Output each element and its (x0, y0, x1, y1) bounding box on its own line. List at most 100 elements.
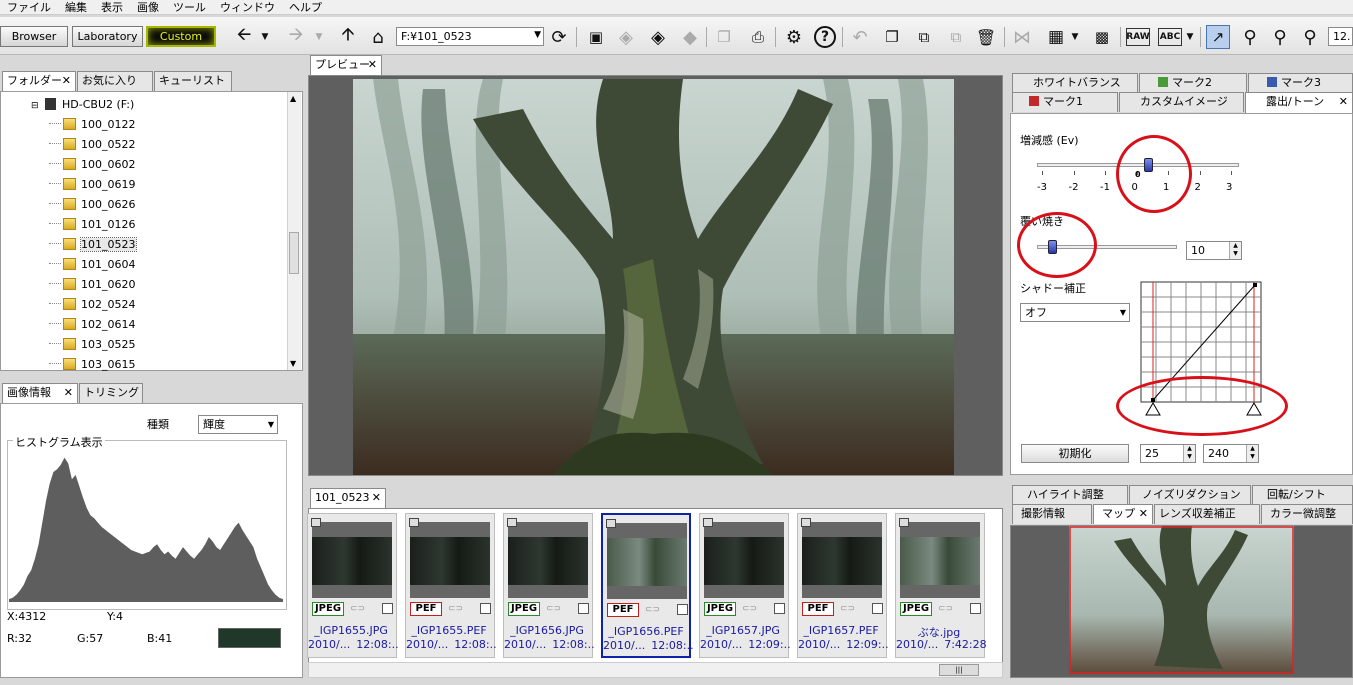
preview-window-icon[interactable]: ▣ (584, 25, 608, 49)
tab-map[interactable]: マップ ✕ (1093, 504, 1153, 524)
thumbnail-image[interactable] (900, 522, 980, 598)
preview-area[interactable] (308, 75, 1003, 476)
folder-item[interactable]: 100_0602 (49, 155, 136, 175)
navigator-thumbnail[interactable] (1069, 526, 1294, 674)
close-icon[interactable]: ✕ (372, 489, 381, 507)
curve-low-spinbox[interactable]: 25 ▲ ▼ (1140, 444, 1196, 463)
print-icon[interactable]: ⎙ (746, 25, 770, 49)
select-checkbox[interactable] (578, 603, 589, 614)
folder-scrollbar[interactable]: ▲ ▼ (287, 92, 301, 370)
path-combobox[interactable]: F:¥101_0523 ▼ (396, 27, 544, 46)
menu-item-4[interactable]: ツール (166, 1, 213, 14)
spin-arrows-icon[interactable]: ▲ ▼ (1183, 445, 1195, 462)
preview-photo[interactable] (353, 79, 954, 475)
protect-icon[interactable] (606, 519, 616, 528)
tab-image-info[interactable]: 画像情報 ✕ (2, 383, 78, 404)
folder-item[interactable]: 100_0626 (49, 195, 136, 215)
laboratory-mode-button[interactable]: Laboratory (72, 26, 143, 47)
curve-high-spinbox[interactable]: 240 ▲ ▼ (1203, 444, 1259, 463)
menu-item-6[interactable]: ヘルプ (282, 1, 329, 14)
thumbnail-image[interactable] (802, 522, 882, 598)
raw-icon[interactable]: RAW (1126, 28, 1150, 46)
back-dropdown-icon[interactable]: ▼ (258, 25, 272, 49)
tab-queue-list[interactable]: キューリスト (154, 71, 232, 91)
abc-rename-icon[interactable]: ABC (1158, 28, 1182, 46)
rename-dropdown-icon[interactable]: ▼ (1184, 25, 1196, 49)
folder-item[interactable]: 101_0126 (49, 215, 136, 235)
curve-tool-icon[interactable]: ↗ (1206, 25, 1230, 49)
copy-window-icon[interactable]: ❐ (712, 25, 736, 49)
forward-arrow-icon[interactable]: 🡪 (284, 24, 308, 49)
folder-item[interactable]: 101_0620 (49, 275, 136, 295)
help-icon[interactable]: ? (814, 26, 836, 48)
protect-icon[interactable] (801, 518, 811, 527)
tab-color-adjust[interactable]: カラー微調整 (1261, 504, 1353, 524)
tab-trimming[interactable]: トリミング (79, 383, 143, 403)
grid-icon[interactable]: ▦ (1044, 25, 1068, 49)
tab-folder-view[interactable]: 101_0523 ✕ (310, 488, 386, 509)
protect-icon[interactable] (409, 518, 419, 527)
protect-icon[interactable] (899, 518, 909, 527)
thumbnail-image[interactable] (410, 522, 490, 598)
tab-mark2[interactable]: マーク2 (1139, 73, 1247, 93)
folder-item[interactable]: 101_0523 (49, 235, 137, 255)
move-icon[interactable]: ⧉ (944, 25, 968, 49)
protect-icon[interactable] (311, 518, 321, 527)
copy-icon[interactable]: ⧉ (912, 25, 936, 49)
tab-mark3[interactable]: マーク3 (1248, 73, 1353, 93)
tab-exposure-tone[interactable]: 露出/トーン ✕ (1245, 92, 1353, 113)
select-checkbox[interactable] (774, 603, 785, 614)
spin-arrows-icon[interactable]: ▲ ▼ (1229, 242, 1241, 259)
tab-mark1[interactable]: マーク1 (1012, 92, 1118, 112)
thumbnail-item[interactable]: JPEG ⊂⊃ _IGP1657.JPG 2010/... 12:09:.. (699, 513, 791, 658)
dodge-spinbox[interactable]: 10 ▲ ▼ (1186, 241, 1242, 260)
close-icon[interactable]: ✕ (64, 384, 73, 402)
shadow-select[interactable]: オフ ▼ (1020, 303, 1130, 322)
forward-dropdown-icon[interactable]: ▼ (312, 25, 326, 49)
folder-scroll-thumb[interactable] (289, 232, 299, 274)
diamond-icon[interactable]: ◆ (678, 25, 702, 49)
close-icon[interactable]: ✕ (1139, 505, 1148, 523)
select-checkbox[interactable] (480, 603, 491, 614)
menu-item-5[interactable]: ウィンドウ (213, 1, 282, 14)
menu-item-0[interactable]: ファイル (0, 1, 58, 14)
select-checkbox[interactable] (382, 603, 393, 614)
grid-dropdown-icon[interactable]: ▼ (1068, 25, 1082, 49)
tab-rotate-shift[interactable]: 回転/シフト (1252, 485, 1353, 505)
prev-image-icon[interactable]: ◈ (614, 25, 638, 49)
tab-shooting-info[interactable]: 撮影情報 (1012, 504, 1092, 524)
menu-item-1[interactable]: 編集 (58, 1, 94, 14)
folder-item[interactable]: 100_0619 (49, 175, 136, 195)
tab-highlight[interactable]: ハイライト調整 (1012, 485, 1128, 505)
filmstrip-scroll-thumb[interactable]: ||| (939, 664, 979, 676)
up-folder-icon[interactable]: 🡩 (336, 24, 360, 49)
thumbnail-item[interactable]: JPEG ⊂⊃ _IGP1655.JPG 2010/... 12:08:.. (307, 513, 399, 658)
thumbnail-image[interactable] (607, 523, 687, 599)
refresh-icon[interactable]: ⟳ (547, 25, 571, 49)
folder-item[interactable]: 102_0524 (49, 295, 136, 315)
compare-icon[interactable]: ⋈ (1010, 25, 1034, 49)
thumbnail-item[interactable]: PEF ⊂⊃ _IGP1655.PEF 2010/... 12:08:.. (405, 513, 497, 658)
filmstrip-scrollbar[interactable]: ||| (308, 662, 1003, 678)
close-icon[interactable]: ✕ (368, 56, 377, 74)
menu-item-2[interactable]: 表示 (94, 1, 130, 14)
select-checkbox[interactable] (970, 603, 981, 614)
rotate-window-icon[interactable]: ❐ (880, 25, 904, 49)
tab-preview[interactable]: プレビュー ✕ (310, 55, 382, 76)
next-image-icon[interactable]: ◈ (646, 25, 670, 49)
thumbnail-item[interactable]: JPEG ⊂⊃ ぶな.jpg 2010/... 7:42:28 (895, 513, 987, 658)
thumbnail-item[interactable]: JPEG ⊂⊃ _IGP1656.JPG 2010/... 12:08:.. (503, 513, 595, 658)
folder-item[interactable]: 100_0122 (49, 115, 136, 135)
tab-custom-image[interactable]: カスタムイメージ (1119, 92, 1244, 112)
trash-icon[interactable]: 🗑 (974, 25, 998, 49)
drive-item[interactable]: ⊟ HD-CBU2 (F:) (31, 95, 134, 115)
thumbnail-image[interactable] (704, 522, 784, 598)
folder-item[interactable]: 100_0522 (49, 135, 136, 155)
kind-select[interactable]: 輝度 ▼ (198, 415, 278, 434)
fit-window-icon[interactable]: ▩ (1090, 25, 1114, 49)
tab-favorites[interactable]: お気に入り (77, 71, 153, 91)
select-checkbox[interactable] (677, 604, 688, 615)
close-icon[interactable]: ✕ (1339, 93, 1348, 111)
scroll-down-icon[interactable]: ▼ (290, 359, 296, 368)
folder-item[interactable]: 103_0615 (49, 355, 136, 375)
